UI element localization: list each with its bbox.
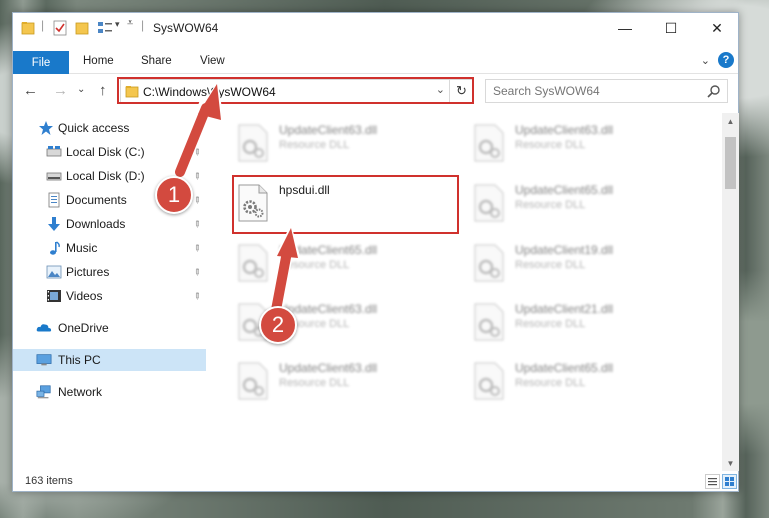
step-1-badge: 1 <box>155 176 193 214</box>
arrow-to-file <box>269 224 301 317</box>
step-2-badge: 2 <box>259 306 297 344</box>
annotation-arrows <box>173 80 301 317</box>
arrow-to-address-bar <box>173 80 224 179</box>
